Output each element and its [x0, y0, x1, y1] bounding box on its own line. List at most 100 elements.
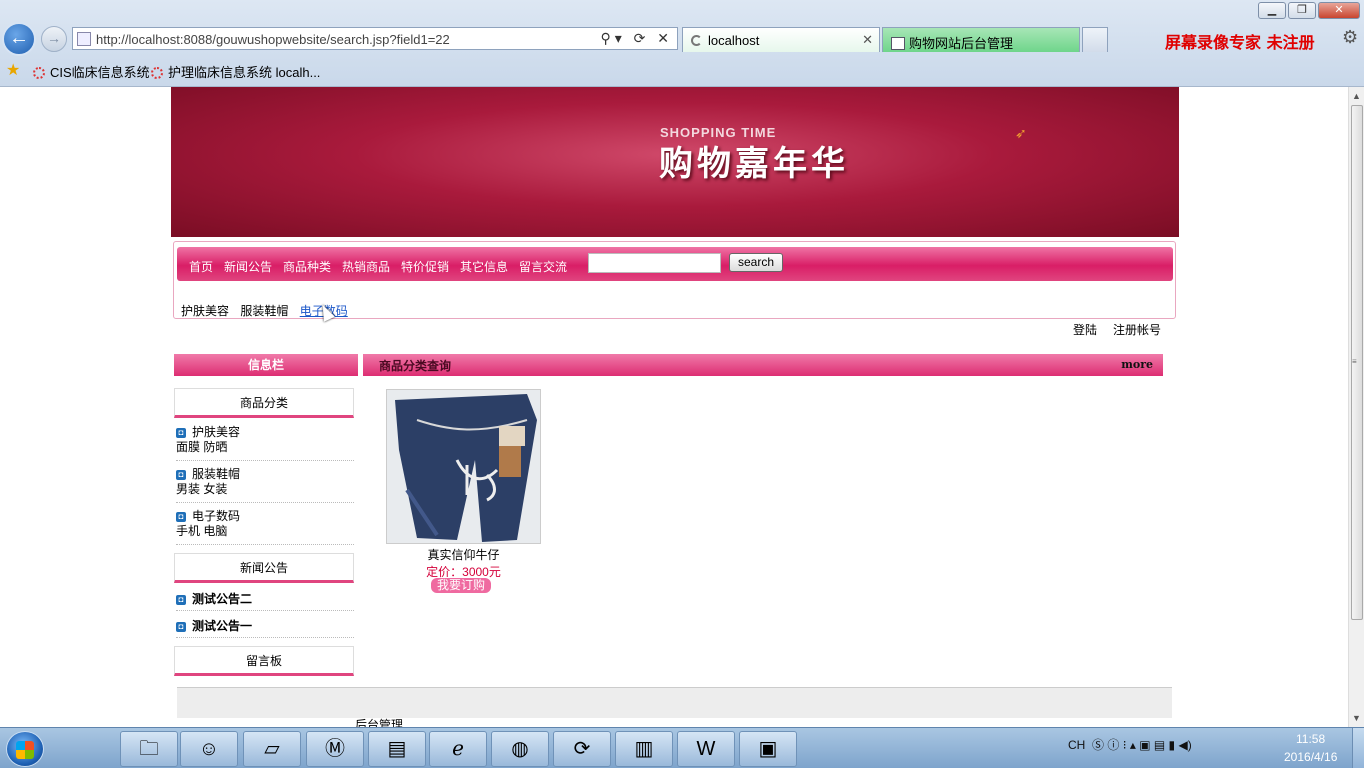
sidebar-header: 信息栏 [174, 354, 358, 376]
back-button[interactable]: ← [2, 22, 36, 56]
nav-categories[interactable]: 商品种类 [283, 258, 331, 275]
clock-date[interactable]: 2016/4/16 [1284, 750, 1337, 764]
m-app-icon: Ⓜ [325, 738, 345, 760]
nav-news[interactable]: 新闻公告 [224, 258, 272, 275]
taskbar-app-5[interactable]: ▤ [368, 731, 426, 767]
tab-admin[interactable]: 购物网站后台管理 [882, 27, 1080, 52]
nav-hot[interactable]: 热销商品 [342, 258, 390, 275]
recorder-icon: ▣ [758, 738, 778, 760]
word-icon: W [696, 738, 716, 760]
news-item: ◘ 测试公告一 [176, 617, 354, 638]
main-title: 商品分类查询 [379, 359, 452, 373]
taskbar-app-4[interactable]: Ⓜ [306, 731, 364, 767]
vertical-scrollbar[interactable]: ▲ ≡ ▼ [1348, 87, 1364, 727]
bullet-icon: ◘ [176, 470, 186, 480]
favorite-link[interactable]: CIS临床信息系统 [33, 62, 150, 81]
product-image[interactable] [386, 389, 541, 544]
language-indicator[interactable]: CH [1068, 738, 1085, 752]
category-subs[interactable]: 男装 女装 [176, 482, 354, 497]
tab-localhost[interactable]: localhost ✕ [682, 27, 880, 52]
taskbar-app-1[interactable]: 🗀 [120, 731, 178, 767]
restore-button[interactable]: ❐ [1288, 2, 1316, 19]
nav-home[interactable]: 首页 [189, 258, 213, 275]
forward-button[interactable]: → [41, 26, 67, 52]
taskbar: 🗀 ☺ ▱ Ⓜ ▤ ℯ ◍ ⟳ ▥ W ▣ CH Ⓢ ⓘ ⁝ ▴ ▣ ▤ ▮ ◀… [0, 727, 1364, 768]
page-favicon-icon [77, 32, 91, 46]
tab-label: localhost [708, 33, 760, 48]
recorder-watermark: 屏幕录像专家 未注册 [1165, 33, 1315, 52]
category-section-title: 商品分类 [174, 388, 354, 418]
favorites-star-icon[interactable]: ★ [6, 60, 20, 80]
category-subs[interactable]: 面膜 防晒 [176, 440, 354, 455]
new-tab-button[interactable] [1082, 27, 1108, 52]
search-button[interactable]: search [729, 253, 783, 272]
scroll-up-icon[interactable]: ▲ [1352, 91, 1361, 101]
taskbar-app-3[interactable]: ▱ [243, 731, 301, 767]
scroll-grip-icon: ≡ [1352, 357, 1357, 366]
bookmark-icon [33, 67, 45, 79]
start-button[interactable] [6, 731, 44, 767]
gear-icon[interactable]: ⚙ [1342, 27, 1358, 48]
category-link[interactable]: 护肤美容 [192, 425, 240, 439]
taskbar-app-10[interactable]: W [677, 731, 735, 767]
more-link[interactable]: more [1121, 358, 1153, 371]
category-subs[interactable]: 手机 电脑 [176, 524, 354, 539]
favorite-link[interactable]: 护理临床信息系统 localh... [151, 62, 320, 81]
nav-specials[interactable]: 特价促销 [401, 258, 449, 275]
tab-close-icon[interactable]: ✕ [862, 32, 873, 48]
banner: SHOPPING TIME 购物嘉年华 ➶ [171, 87, 1179, 237]
taskbar-app-9[interactable]: ▥ [615, 731, 673, 767]
category-item: ◘ 服装鞋帽 男装 女装 [176, 467, 354, 503]
login-link[interactable]: 登陆 [1073, 323, 1097, 337]
news-link[interactable]: 测试公告二 [192, 592, 252, 606]
scroll-down-icon[interactable]: ▼ [1352, 713, 1361, 723]
favorite-label: CIS临床信息系统 [50, 65, 150, 80]
address-text[interactable]: http://localhost:8088/gouwushopwebsite/s… [96, 32, 450, 47]
taskbar-app-6[interactable]: ℯ [429, 731, 487, 767]
nav-messages[interactable]: 留言交流 [519, 258, 567, 275]
footer-bar [177, 687, 1172, 718]
network-app-icon: ◍ [511, 738, 529, 760]
favorite-label: 护理临床信息系统 localh... [168, 65, 321, 80]
order-button[interactable]: 我要订购 [431, 578, 491, 593]
taskbar-app-7[interactable]: ◍ [491, 731, 549, 767]
notepad-icon: ▱ [264, 738, 280, 760]
loading-icon [691, 35, 702, 46]
address-tools-icon[interactable]: ⚲▾ ⟳ ✕ [600, 30, 673, 47]
user-links: 登陆 注册帐号 [1073, 321, 1177, 338]
main-nav: 首页 新闻公告 商品种类 热销商品 特价促销 其它信息 留言交流 search [177, 247, 1173, 281]
category-item: ◘ 电子数码 手机 电脑 [176, 509, 354, 545]
minimize-button[interactable]: ▁ [1258, 2, 1286, 19]
address-bar[interactable]: http://localhost:8088/gouwushopwebsite/s… [72, 27, 678, 50]
category-link[interactable]: 电子数码 [192, 509, 240, 523]
show-desktop-button[interactable] [1352, 728, 1364, 768]
footer-admin-link[interactable]: 后台管理 [355, 716, 403, 727]
search-input[interactable] [588, 253, 721, 273]
news-item: ◘ 测试公告二 [176, 590, 354, 611]
taskbar-app-2[interactable]: ☺ [180, 731, 238, 767]
tab-label: 购物网站后台管理 [909, 36, 1014, 51]
news-link[interactable]: 测试公告一 [192, 619, 252, 633]
favorites-bar: ★ CIS临床信息系统 护理临床信息系统 localh... [0, 58, 1364, 82]
window-controls: ▁ ❐ ✕ [1258, 2, 1360, 19]
clock-time[interactable]: 11:58 [1296, 732, 1325, 746]
nav-other[interactable]: 其它信息 [460, 258, 508, 275]
refresh-app-icon: ⟳ [573, 738, 591, 760]
system-tray: CH Ⓢ ⓘ ⁝ ▴ ▣ ▤ ▮ ◀) [1068, 736, 1192, 753]
bullet-icon: ◘ [176, 622, 186, 632]
subcat-clothing[interactable]: 服装鞋帽 [240, 304, 288, 318]
bullet-icon: ◘ [176, 428, 186, 438]
close-button[interactable]: ✕ [1318, 2, 1360, 19]
mascot-icon: ☺ [198, 738, 220, 760]
archive-icon: ▥ [634, 738, 654, 760]
taskbar-app-11[interactable]: ▣ [739, 731, 797, 767]
product-name[interactable]: 真实信仰牛仔 [386, 546, 541, 563]
guestbook-section-title: 留言板 [174, 646, 354, 676]
taskbar-app-8[interactable]: ⟳ [553, 731, 611, 767]
register-link[interactable]: 注册帐号 [1113, 323, 1161, 337]
windows-logo-icon [16, 741, 34, 759]
bird-icon: ➶ [1015, 125, 1027, 141]
category-link[interactable]: 服装鞋帽 [192, 467, 240, 481]
tray-icons[interactable]: Ⓢ ⓘ ⁝ ▴ ▣ ▤ ▮ ◀) [1089, 738, 1192, 752]
subcat-skincare[interactable]: 护肤美容 [181, 304, 229, 318]
